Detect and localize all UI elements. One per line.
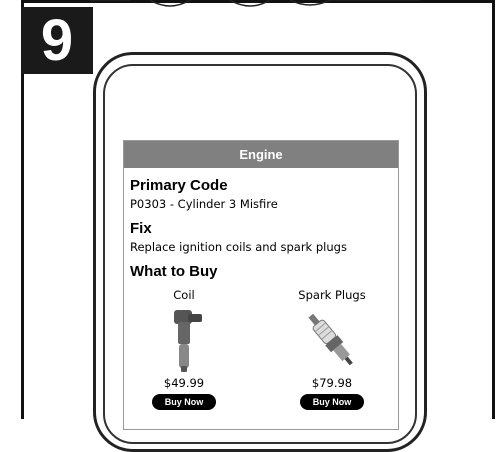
product-price: $49.99 [163, 376, 205, 390]
what-to-buy-title: What to Buy [130, 263, 218, 280]
fix-title: Fix [130, 220, 152, 237]
product-spark-plugs: Spark Plugs $79.98 Buy Now [272, 288, 392, 410]
ignition-coil-icon[interactable] [154, 308, 214, 374]
product-coil: Coil $49.99 Buy Now [124, 288, 244, 410]
primary-code-title: Primary Code [130, 177, 228, 194]
product-price: $79.98 [311, 376, 353, 390]
decorative-swirl [90, 0, 420, 7]
primary-code-text: P0303 - Cylinder 3 Misfire [130, 197, 278, 211]
spark-plug-icon[interactable] [302, 308, 362, 374]
phone-screen: Engine Primary Code P0303 - Cylinder 3 M… [123, 140, 399, 430]
screen-header: Engine [124, 141, 398, 168]
fix-text: Replace ignition coils and spark plugs [130, 240, 347, 254]
step-number-badge: 9 [21, 7, 93, 74]
product-name: Coil [173, 288, 195, 302]
product-list: Coil $49.99 Buy Now Spark Plugs $79.98 B… [124, 288, 398, 428]
buy-now-button[interactable]: Buy Now [151, 394, 217, 410]
product-name: Spark Plugs [298, 288, 366, 302]
buy-now-button[interactable]: Buy Now [299, 394, 365, 410]
